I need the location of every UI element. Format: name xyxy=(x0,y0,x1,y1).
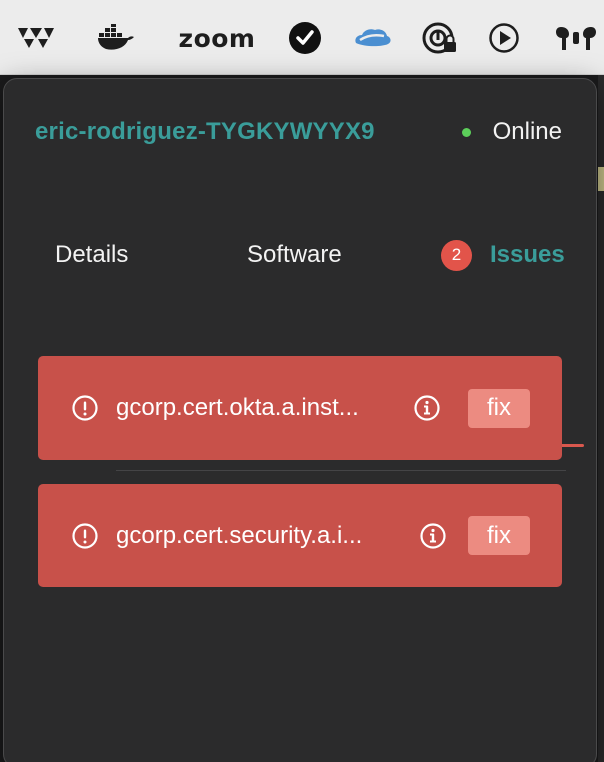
play-icon[interactable] xyxy=(486,18,522,58)
zoom-icon[interactable]: zoom xyxy=(172,18,262,58)
divider xyxy=(116,470,566,471)
tab-issues-label: Issues xyxy=(490,241,565,268)
checkmark-app-icon[interactable] xyxy=(285,18,325,58)
warning-icon xyxy=(72,395,98,421)
warning-icon xyxy=(72,522,98,549)
tab-software-label: Software xyxy=(247,241,342,268)
fix-button[interactable]: fix xyxy=(468,516,530,555)
docker-icon[interactable] xyxy=(96,18,136,58)
desktop-background xyxy=(598,75,604,762)
zoom-wordmark: zoom xyxy=(178,23,256,53)
password-lock-icon[interactable] xyxy=(420,18,460,58)
info-icon[interactable] xyxy=(413,394,441,422)
online-status-dot xyxy=(461,127,471,137)
menu-bar: zoom xyxy=(0,0,604,75)
issue-name: gcorp.cert.okta.a.inst... xyxy=(116,394,359,421)
status-label: Online xyxy=(492,118,562,145)
issues-count-badge: 2 xyxy=(441,239,472,271)
tab-software[interactable]: Software xyxy=(247,237,342,273)
airpods-icon[interactable] xyxy=(554,18,598,58)
tab-bar: Details Software 2 Issues xyxy=(4,237,598,447)
issue-name: gcorp.cert.security.a.i... xyxy=(116,521,363,549)
device-status: Online xyxy=(461,118,562,146)
wavelike-app-icon[interactable] xyxy=(16,18,56,58)
device-status-popover: eric-rodriguez-TYGKYWYYX9 Online Details… xyxy=(3,78,597,762)
issue-card: gcorp.cert.okta.a.inst... fix xyxy=(38,356,562,460)
tab-details-label: Details xyxy=(55,241,129,268)
issue-card: gcorp.cert.security.a.i... fix xyxy=(38,484,562,587)
device-hostname: eric-rodriguez-TYGKYWYYX9 xyxy=(35,118,375,145)
cloud-app-icon[interactable] xyxy=(351,18,393,58)
info-icon[interactable] xyxy=(419,522,447,550)
tab-issues[interactable]: 2 Issues xyxy=(441,237,565,273)
background-window-sliver xyxy=(598,167,604,191)
tab-details[interactable]: Details xyxy=(55,237,128,273)
fix-button[interactable]: fix xyxy=(468,388,530,428)
device-header: eric-rodriguez-TYGKYWYYX9 Online xyxy=(35,117,562,147)
